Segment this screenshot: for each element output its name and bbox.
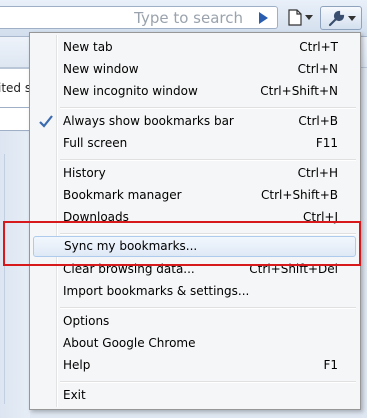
menu-item-options[interactable]: Options — [32, 311, 358, 332]
menu-item-full-screen[interactable]: Full screen F11 — [32, 133, 358, 154]
annotation-highlight-box — [3, 221, 361, 266]
menu-item-about-google-chrome[interactable]: About Google Chrome — [32, 333, 358, 354]
page-icon — [288, 9, 302, 26]
partial-page-text: ited s — [0, 81, 32, 95]
menu-item-label: Help — [63, 358, 91, 372]
menu-separator — [60, 159, 356, 161]
menu-item-label: Import bookmarks & settings... — [63, 284, 250, 298]
menu-item-label: New tab — [63, 40, 113, 54]
menu-item-shortcut: Ctrl+Shift+N — [260, 84, 338, 98]
chevron-down-icon — [348, 16, 356, 21]
search-placeholder: Type to search — [134, 9, 243, 27]
menu-item-label: New incognito window — [63, 84, 198, 98]
play-arrow-icon[interactable] — [255, 10, 271, 26]
page-sidebar — [0, 132, 30, 418]
menu-separator — [60, 307, 356, 309]
menu-item-label: Bookmark manager — [63, 188, 182, 202]
menu-item-label: History — [63, 166, 106, 180]
menu-item-exit[interactable]: Exit — [32, 385, 358, 406]
menu-item-new-incognito-window[interactable]: New incognito window Ctrl+Shift+N — [32, 81, 358, 102]
checkmark-icon — [39, 115, 53, 128]
menu-item-history[interactable]: History Ctrl+H — [32, 163, 358, 184]
menu-item-always-show-bookmarks-bar[interactable]: Always show bookmarks bar Ctrl+B — [32, 111, 358, 132]
menu-item-shortcut: Ctrl+T — [299, 40, 338, 54]
menu-item-shortcut: F1 — [323, 358, 338, 372]
menu-item-label: Full screen — [63, 136, 128, 150]
menu-item-new-tab[interactable]: New tab Ctrl+T — [32, 37, 358, 58]
wrench-menu-button[interactable] — [320, 6, 362, 30]
wrench-icon — [328, 10, 345, 27]
menu-separator — [60, 107, 356, 109]
menu-item-label: Exit — [63, 388, 86, 402]
menu-item-label: New window — [63, 62, 139, 76]
menu-item-help[interactable]: Help F1 — [32, 355, 358, 376]
menu-item-bookmark-manager[interactable]: Bookmark manager Ctrl+Shift+B — [32, 185, 358, 206]
menu-item-shortcut: Ctrl+B — [298, 114, 338, 128]
menu-item-new-window[interactable]: New window Ctrl+N — [32, 59, 358, 80]
menu-item-label: Always show bookmarks bar — [63, 114, 234, 128]
menu-item-label: About Google Chrome — [63, 336, 196, 350]
page-menu-button[interactable] — [284, 6, 320, 30]
menu-separator — [60, 381, 356, 383]
menu-item-shortcut: Ctrl+Shift+B — [261, 188, 338, 202]
search-input[interactable]: Type to search — [0, 6, 278, 29]
menu-item-shortcut: Ctrl+H — [297, 166, 338, 180]
menu-item-label: Options — [63, 314, 110, 328]
chevron-down-icon — [305, 15, 313, 20]
menu-item-import-bookmarks-settings[interactable]: Import bookmarks & settings... — [32, 281, 358, 302]
menu-item-shortcut: Ctrl+N — [297, 62, 338, 76]
menu-item-shortcut: F11 — [315, 136, 338, 150]
